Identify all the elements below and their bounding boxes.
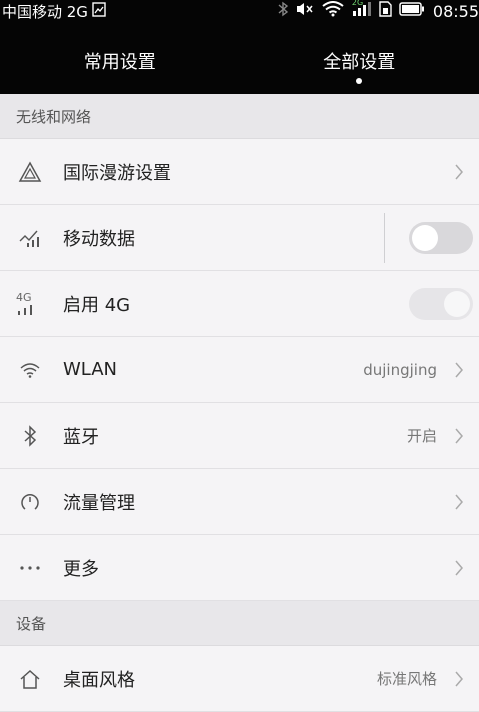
mobile-data-toggle[interactable] [409,222,473,254]
status-icons: 2G 08:55 [277,0,479,22]
tab-label: 全部设置 [323,52,395,73]
settings-row-wlan[interactable]: WLAN dujingjing [0,337,479,403]
chevron-right-icon [449,493,469,511]
carrier-group: 中国移动 2G [2,1,106,22]
row-label: 更多 [63,555,449,581]
settings-row-traffic-management[interactable]: 流量管理 [0,469,479,535]
battery-icon [399,2,425,20]
mute-icon [295,1,315,21]
tab-common-settings[interactable]: 常用设置 [0,22,240,94]
chevron-right-icon [449,163,469,181]
wifi-icon [16,356,44,384]
bluetooth-icon [16,422,44,450]
bluetooth-icon [277,1,289,21]
settings-row-desktop-style[interactable]: 桌面风格 标准风格 [0,646,479,712]
toggle-knob [412,225,438,251]
wlan-network-name: dujingjing [363,361,437,379]
sim-icon [377,1,393,21]
settings-row-bluetooth[interactable]: 蓝牙 开启 [0,403,479,469]
wifi-icon [321,1,345,21]
roaming-triangle-icon [16,158,44,186]
more-dots-icon [16,554,44,582]
section-header-wireless: 无线和网络 [0,94,479,139]
row-divider [384,213,385,263]
row-label: 启用 4G [63,291,409,317]
settings-tabs: 常用设置 全部设置 [0,22,479,94]
network-badge: 2G [352,0,363,7]
toggle-knob [444,291,470,317]
top-bar: 中国移动 2G 2G 08:5 [0,0,479,94]
chevron-right-icon [449,559,469,577]
row-label: 国际漫游设置 [63,159,449,185]
status-bar: 中国移动 2G 2G 08:5 [0,0,479,22]
settings-row-roaming[interactable]: 国际漫游设置 [0,139,479,205]
row-label: 移动数据 [63,225,384,251]
chevron-right-icon [449,361,469,379]
clock: 08:55 [433,2,479,21]
row-label: 蓝牙 [63,423,407,449]
4g-icon-text: 4G [16,292,32,303]
row-label: 流量管理 [63,489,449,515]
bluetooth-status: 开启 [407,425,437,446]
signal-icon: 2G [351,1,371,21]
active-tab-indicator [356,78,362,84]
tab-label: 常用设置 [84,52,156,73]
settings-row-more[interactable]: 更多 [0,535,479,601]
sim-card-icon [92,2,106,21]
section-header-device: 设备 [0,601,479,646]
home-icon [16,665,44,693]
settings-row-mobile-data[interactable]: 移动数据 [0,205,479,271]
mobile-data-icon [16,224,44,252]
chevron-right-icon [449,427,469,445]
row-label: 桌面风格 [63,666,377,692]
settings-row-enable-4g[interactable]: 4G 启用 4G [0,271,479,337]
section-title: 设备 [16,613,46,634]
enable-4g-toggle[interactable] [409,288,473,320]
row-label: WLAN [63,359,363,380]
chevron-right-icon [449,670,469,688]
section-title: 无线和网络 [16,106,91,127]
carrier-text: 中国移动 2G [2,1,88,22]
desktop-style-value: 标准风格 [377,668,437,689]
4g-signal-icon: 4G [16,290,44,318]
tab-all-settings[interactable]: 全部设置 [240,22,479,94]
traffic-gauge-icon [16,488,44,516]
